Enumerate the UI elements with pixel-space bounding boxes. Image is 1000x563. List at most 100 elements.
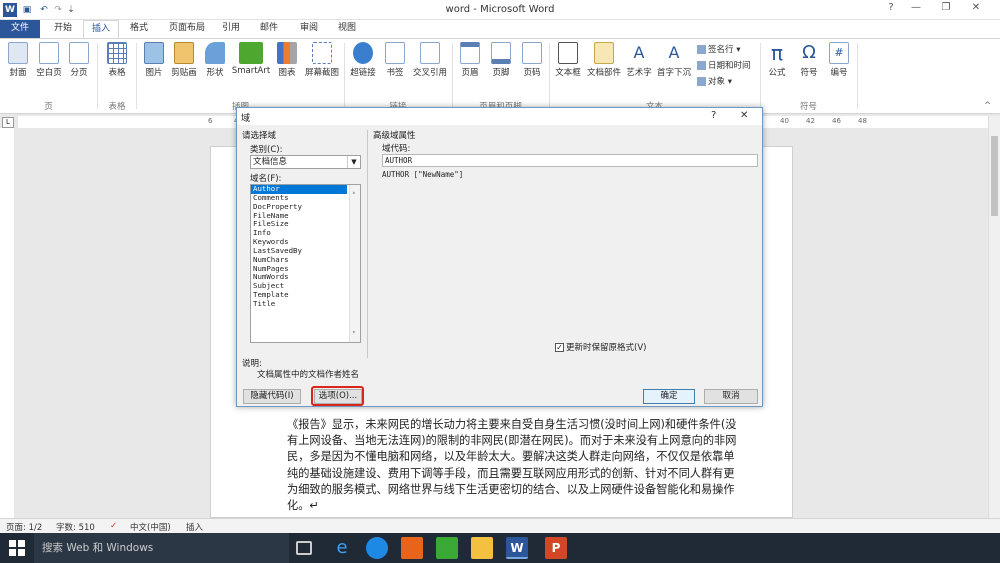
browser-icon[interactable]: [366, 537, 388, 559]
tab-file[interactable]: 文件: [0, 20, 40, 38]
restore-icon[interactable]: ❐: [935, 2, 957, 17]
text-box-button[interactable]: 文本框: [552, 42, 584, 78]
number-label: 编号: [830, 68, 848, 78]
dialog-close-icon[interactable]: ✕: [740, 110, 748, 121]
tab-mailings[interactable]: 邮件: [252, 20, 286, 38]
video-app-icon[interactable]: [436, 537, 458, 559]
equation-button[interactable]: π 公式: [764, 42, 790, 78]
word-count[interactable]: 字数: 510: [56, 521, 95, 533]
object-label: 对象: [708, 77, 726, 87]
taskbar-search[interactable]: 搜索 Web 和 Windows: [34, 533, 289, 563]
symbol-button[interactable]: Ω 符号: [795, 42, 823, 78]
list-item[interactable]: Title: [251, 299, 360, 309]
bookmark-icon: [385, 42, 405, 64]
page-number-button[interactable]: 页码: [518, 42, 546, 78]
wordart-label: 艺术字: [626, 68, 652, 78]
collapse-ribbon-icon[interactable]: ^: [984, 101, 991, 111]
chart-button[interactable]: 图表: [273, 42, 301, 78]
picture-button[interactable]: 图片: [140, 42, 168, 78]
cover-page-button[interactable]: 封面: [4, 42, 32, 78]
insert-mode[interactable]: 插入: [186, 521, 203, 533]
signature-line-button[interactable]: 签名行 ▾: [697, 43, 740, 55]
tab-review[interactable]: 审阅: [292, 20, 326, 38]
clip-art-icon: [174, 42, 194, 64]
list-scrollbar[interactable]: ▴ ▾: [349, 185, 360, 342]
cancel-button[interactable]: 取消: [704, 389, 758, 404]
window-title: word - Microsoft Word: [445, 4, 555, 15]
pi-icon: π: [770, 41, 784, 65]
scroll-thumb[interactable]: [991, 136, 998, 216]
screenshot-label: 屏幕截图: [304, 68, 339, 78]
hyperlink-button[interactable]: 超链接: [347, 42, 379, 78]
wordart-button[interactable]: A 艺术字: [624, 42, 654, 78]
chevron-down-icon[interactable]: ▼: [347, 156, 360, 168]
document-paragraph[interactable]: 《报告》显示，未来网民的增长动力将主要来自受自身生活习惯(没时间上网)和硬件条件…: [287, 417, 737, 514]
scroll-up-icon[interactable]: ▴: [352, 189, 356, 198]
field-names-list[interactable]: Author Comments DocProperty FileName Fil…: [250, 184, 361, 343]
bookmark-button[interactable]: 书签: [381, 42, 409, 78]
header-button[interactable]: 页眉: [456, 42, 484, 78]
chart-label: 图表: [278, 68, 296, 78]
preserve-format-checkbox[interactable]: ✓ 更新时保留原格式(V): [555, 341, 646, 353]
proofing-icon[interactable]: ✓: [110, 521, 117, 531]
number-button[interactable]: # 编号: [826, 42, 852, 78]
omega-icon: Ω: [802, 42, 816, 63]
tab-view[interactable]: 视图: [330, 20, 364, 38]
advanced-properties-label: 高级域属性: [373, 131, 416, 141]
word-taskbar-icon[interactable]: W: [506, 537, 528, 559]
page-count[interactable]: 页面: 1/2: [6, 521, 42, 533]
language[interactable]: 中文(中国): [130, 521, 171, 533]
object-button[interactable]: 对象 ▾: [697, 75, 732, 87]
tab-references[interactable]: 引用: [216, 20, 246, 38]
category-select[interactable]: 文档信息 ▼: [250, 155, 361, 169]
hide-codes-button[interactable]: 隐藏代码(I): [243, 389, 301, 404]
tab-home[interactable]: 开始: [46, 20, 80, 38]
blank-page-label: 空白页: [36, 68, 62, 78]
file-explorer-icon[interactable]: [471, 537, 493, 559]
cross-reference-button[interactable]: 交叉引用: [410, 42, 450, 78]
footer-button[interactable]: 页脚: [487, 42, 515, 78]
minimize-icon[interactable]: —: [905, 2, 927, 17]
screenshot-button[interactable]: 屏幕截图: [302, 42, 342, 78]
group-label-tables: 表格: [108, 102, 126, 112]
quick-parts-button[interactable]: 文档部件: [585, 42, 623, 78]
fox-icon[interactable]: [401, 537, 423, 559]
table-label: 表格: [108, 68, 126, 78]
footer-icon: [491, 42, 511, 64]
picture-icon: [144, 42, 164, 64]
ruler-tick-label: 40: [780, 117, 789, 125]
edge-icon[interactable]: e: [331, 537, 353, 559]
clip-art-button[interactable]: 剪贴画: [169, 42, 199, 78]
task-view-icon[interactable]: [296, 541, 312, 555]
dialog-title-bar: 域 ? ✕: [237, 108, 762, 125]
shapes-button[interactable]: 形状: [201, 42, 229, 78]
table-button[interactable]: 表格: [103, 42, 131, 78]
tab-format[interactable]: 格式: [122, 20, 156, 38]
checkbox-checked-icon[interactable]: ✓: [555, 343, 564, 352]
close-icon[interactable]: ✕: [965, 2, 987, 17]
footer-label: 页脚: [492, 68, 510, 78]
page-break-button[interactable]: 分页: [66, 42, 92, 78]
scroll-down-icon[interactable]: ▾: [352, 329, 356, 338]
field-code-input[interactable]: AUTHOR: [382, 154, 758, 167]
vertical-scrollbar[interactable]: [988, 116, 1000, 518]
table-icon: [107, 42, 127, 64]
preserve-format-label: 更新时保留原格式(V): [566, 343, 647, 353]
help-icon[interactable]: ?: [880, 2, 902, 17]
blank-page-button[interactable]: 空白页: [33, 42, 65, 78]
title-bar: W ▣ ↶ ↷ ⇣ word - Microsoft Word ? — ❐ ✕: [0, 0, 1000, 20]
powerpoint-taskbar-icon[interactable]: P: [545, 537, 567, 559]
signature-line-icon: [697, 45, 706, 54]
date-time-button[interactable]: 日期和时间: [697, 59, 751, 71]
drop-cap-button[interactable]: A 首字下沉: [655, 42, 693, 78]
drop-cap-label: 首字下沉: [656, 68, 691, 78]
smartart-button[interactable]: SmartArt: [230, 42, 272, 76]
category-value: 文档信息: [253, 157, 288, 167]
windows-start-icon[interactable]: [8, 539, 26, 557]
tab-page-layout[interactable]: 页面布局: [160, 20, 214, 38]
tab-insert[interactable]: 插入: [83, 20, 119, 38]
dialog-help-icon[interactable]: ?: [711, 110, 716, 121]
tab-selector-icon[interactable]: L: [2, 117, 14, 128]
drop-cap-icon: A: [664, 42, 684, 64]
ok-button[interactable]: 确定: [643, 389, 695, 404]
